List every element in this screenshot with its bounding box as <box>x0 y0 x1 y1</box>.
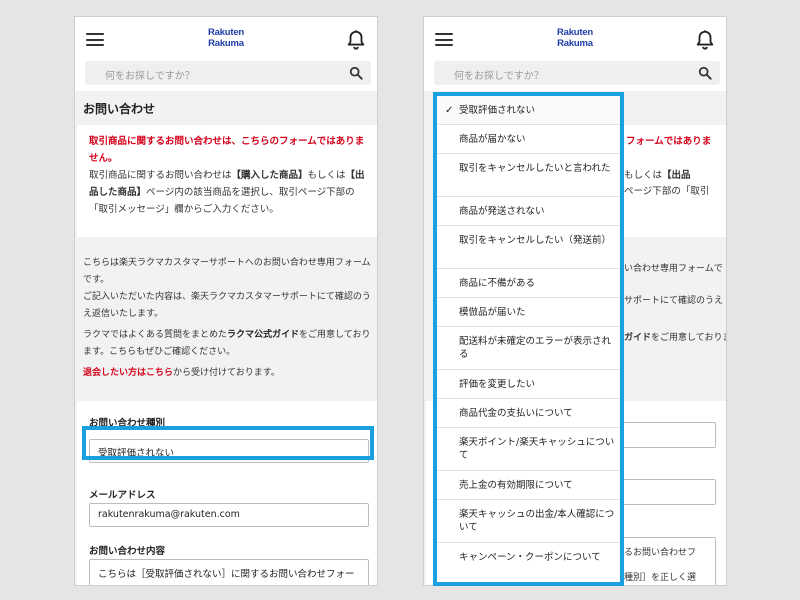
app-header: Rakuten Rakuma <box>424 17 726 61</box>
dropdown-option-7[interactable]: 配送料が未確定のエラーが表示される <box>437 327 620 370</box>
dropdown-option-label: 配送料が未確定のエラーが表示される <box>459 336 612 360</box>
logo-line-1: Rakuten <box>556 27 594 38</box>
info-p1: こちらは楽天ラクマカスタマーサポートへのお問い合わせ専用フォームです。 <box>83 258 371 285</box>
email-field[interactable]: rakutenrakuma@rakuten.com <box>89 503 369 527</box>
notice-fragment-1-bold: 【出品 <box>662 170 691 181</box>
inquiry-type-highlight <box>82 426 374 460</box>
notice-alert-fragment: フォームではありま <box>626 136 712 147</box>
inquiry-type-dropdown: ✓ 受取評価されない 商品が届かない 取引をキャンセルしたいと言われた 商品が発送… <box>433 92 624 586</box>
dropdown-option-0[interactable]: ✓ 受取評価されない <box>437 96 620 125</box>
search-bar[interactable]: 何をお探しですか？ <box>85 61 371 85</box>
phone-screen-left: Rakuten Rakuma 何をお探しですか？ お問い合わせ 取引商品に関する… <box>74 16 378 586</box>
email-field-fragment[interactable] <box>622 479 716 505</box>
logo-line-1: Rakuten <box>207 27 245 38</box>
dropdown-option-10[interactable]: 楽天ポイント/楽天キャッシュについて <box>437 428 620 471</box>
search-icon[interactable] <box>698 66 712 80</box>
info-fragment-1: い合わせ専用フォームで <box>624 264 723 274</box>
notice-body-fragment-2: ページ下部の「取引 <box>624 183 709 200</box>
dropdown-option-label: 取引をキャンセルしたいと言われた <box>459 163 611 174</box>
withdraw-link[interactable]: 退会したい方はこちら <box>83 368 173 378</box>
dropdown-option-label: 売上金の有効期限について <box>459 480 573 491</box>
dropdown-option-label: 商品が届かない <box>459 134 526 145</box>
dropdown-option-11[interactable]: 売上金の有効期限について <box>437 471 620 500</box>
dropdown-option-13[interactable]: キャンペーン・クーポンについて <box>437 543 620 582</box>
search-bar[interactable]: 何をお探しですか？ <box>434 61 720 85</box>
page-title: お問い合わせ <box>83 102 156 116</box>
logo-line-2: Rakuma <box>208 38 244 49</box>
hamburger-icon[interactable] <box>86 33 104 46</box>
bell-icon[interactable] <box>345 29 367 51</box>
dropdown-option-label: 商品に不備がある <box>459 278 536 289</box>
dropdown-option-9[interactable]: 商品代金の支払いについて <box>437 399 620 428</box>
info-fragment-3-text: をご用意しておりま <box>651 333 727 343</box>
official-guide-link[interactable]: ラクマ公式ガイド <box>227 330 299 340</box>
rakuten-rakuma-logo[interactable]: Rakuten Rakuma <box>208 27 244 49</box>
inquiry-type-select-fragment[interactable] <box>622 422 716 448</box>
check-icon: ✓ <box>445 105 454 116</box>
info-text: こちらは楽天ラクマカスタマーサポートへのお問い合わせ専用フォームです。 ご記入いた… <box>83 255 373 386</box>
dropdown-option-4[interactable]: 取引をキャンセルしたい（発送前） <box>437 226 620 269</box>
dropdown-option-3[interactable]: 商品が発送されない <box>437 197 620 226</box>
dropdown-option-label: 商品が発送されない <box>459 206 545 217</box>
dropdown-option-label: 模倣品が届いた <box>459 307 526 318</box>
notice-body: 取引商品に関するお問い合わせは【購入した商品】もしくは【出品した商品】ページ内の… <box>89 167 365 218</box>
notice-fragment-2-text: 部の「取引 <box>661 186 710 197</box>
content-textarea[interactable]: こちらは［受取評価されない］に関するお問い合わせフォーマットです。 <box>89 559 369 585</box>
dropdown-option-label: 商品代金の支払いについて <box>459 408 573 419</box>
search-icon[interactable] <box>349 66 363 80</box>
info-paragraph-3: 退会したい方はこちらから受け付けております。 <box>83 365 373 382</box>
dropdown-option-label: 取引をキャンセルしたい（発送前） <box>459 235 612 246</box>
notice-body-1: 取引商品に関するお問い合わせは <box>89 170 232 181</box>
rakuten-rakuma-logo[interactable]: Rakuten Rakuma <box>557 27 593 49</box>
notice-alert-text: 取引商品に関するお問い合わせは、こちらのフォームではありません。 <box>89 136 365 164</box>
notice-body-fragment-1: もしくは【出品 <box>624 167 691 184</box>
bell-icon[interactable] <box>694 29 716 51</box>
info-p3a: ラクマではよくある質問をまとめた <box>83 330 228 340</box>
dropdown-option-8[interactable]: 評価を変更したい <box>437 370 620 399</box>
dropdown-option-label: 楽天キャッシュの出金/本人確認について <box>459 509 615 533</box>
dropdown-option-label: キャンペーン・クーポンについて <box>459 552 601 563</box>
search-input[interactable]: 何をお探しですか？ <box>105 67 195 82</box>
notice-body-2: もしくは <box>307 170 346 181</box>
dropdown-option-label: 楽天ポイント/楽天キャッシュについて <box>459 437 615 461</box>
official-guide-fragment: ガイド <box>624 333 652 343</box>
info-p2: ご記入いただいた内容は、楽天ラクマカスタマーサポートにて確認のうえ返信いたします… <box>83 292 371 319</box>
content-fragment-1: るお問い合わせフ <box>624 548 697 558</box>
hamburger-icon[interactable] <box>435 33 453 46</box>
info-paragraph-2: ラクマではよくある質問をまとめたラクマ公式ガイドをご用意しております。こちらもぜ… <box>83 327 373 361</box>
dropdown-option-2[interactable]: 取引をキャンセルしたいと言われた <box>437 154 620 197</box>
dropdown-option-12[interactable]: 楽天キャッシュの出金/本人確認について <box>437 500 620 543</box>
info-fragment-2: サポートにて確認のうえ <box>624 296 724 306</box>
email-label: メールアドレス <box>89 490 156 501</box>
dropdown-option-6[interactable]: 模倣品が届いた <box>437 298 620 327</box>
dropdown-option-label: 評価を変更したい <box>459 379 536 390</box>
info-paragraph-1: こちらは楽天ラクマカスタマーサポートへのお問い合わせ専用フォームです。 ご記入いた… <box>83 255 373 323</box>
content-fragment-2: 種別］を正しく選 <box>624 573 697 583</box>
logo-line-2: Rakuma <box>557 38 593 49</box>
notice-fragment-1-prefix: もしくは <box>624 170 663 181</box>
trade-notice-box: 取引商品に関するお問い合わせは、こちらのフォームではありません。 取引商品に関す… <box>77 125 377 237</box>
search-input[interactable]: 何をお探しですか？ <box>454 67 544 82</box>
content-label: お問い合わせ内容 <box>89 546 166 557</box>
info-p4-rest: から受け付けております。 <box>173 368 280 378</box>
app-header: Rakuten Rakuma <box>75 17 377 61</box>
notice-bold-purchased: 【購入した商品】 <box>231 170 308 181</box>
dropdown-option-5[interactable]: 商品に不備がある <box>437 269 620 298</box>
dropdown-option-label: 受取評価されない <box>459 105 536 116</box>
notice-fragment-2-prefix: ページ下 <box>624 186 662 197</box>
dropdown-option-1[interactable]: 商品が届かない <box>437 125 620 154</box>
info-fragment-3: ガイドをご用意しておりま <box>624 330 727 347</box>
